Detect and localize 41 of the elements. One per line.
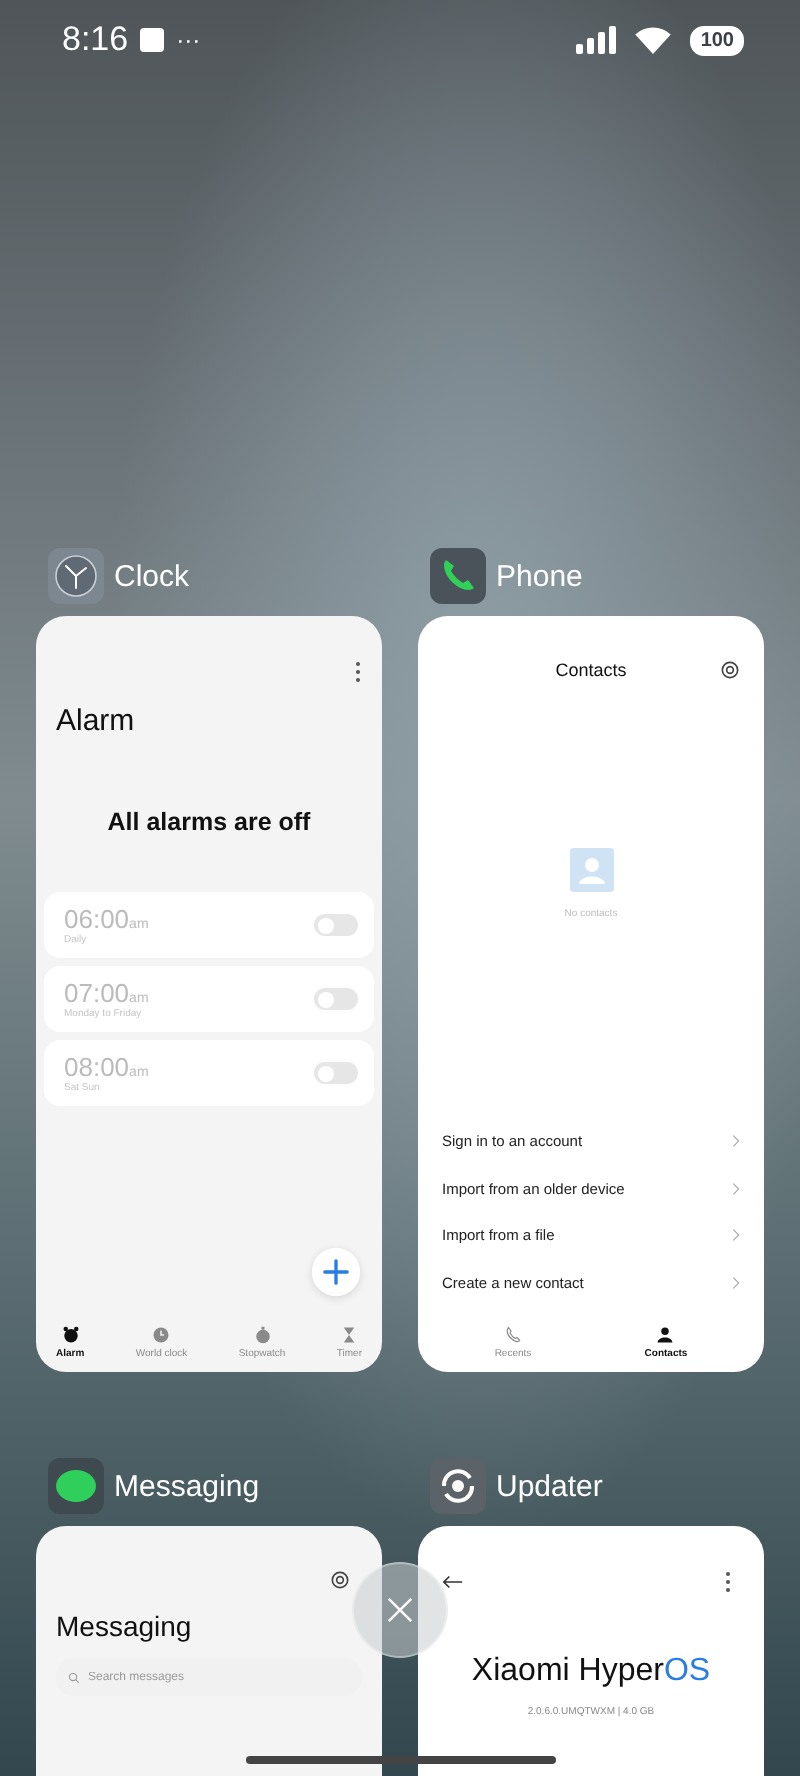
status-time: 8:16 <box>62 20 129 60</box>
updater-app-icon[interactable] <box>430 1458 486 1514</box>
clock-app-icon[interactable] <box>48 548 104 604</box>
app-name: Updater <box>496 1469 603 1503</box>
more-notifications: ··· <box>176 26 201 54</box>
add-button[interactable] <box>310 1246 362 1298</box>
person-icon <box>656 1326 675 1344</box>
clock-icon <box>152 1326 171 1344</box>
alarm-toggle[interactable] <box>314 1062 358 1084</box>
settings-icon[interactable] <box>720 660 740 680</box>
back-icon[interactable] <box>442 1574 464 1590</box>
app-name: Messaging <box>114 1469 260 1503</box>
alarm-toggle[interactable] <box>314 988 358 1010</box>
alarm-toggle[interactable] <box>314 914 358 936</box>
stopwatch-icon <box>253 1326 272 1344</box>
screen-title: Messaging <box>56 1610 194 1642</box>
chevron-icon <box>732 1181 740 1196</box>
settings-icon[interactable] <box>330 1570 350 1590</box>
phone-icon <box>503 1326 522 1344</box>
screen-title: Alarm <box>56 704 137 738</box>
battery-level: 100 <box>690 25 744 55</box>
hourglass-icon <box>340 1326 359 1344</box>
empty-message: All alarms are off <box>105 808 313 836</box>
more-icon[interactable] <box>354 660 362 684</box>
os-logo-text: Xiaomi HyperOS <box>469 1654 713 1690</box>
more-icon[interactable] <box>724 1570 732 1594</box>
alarm-clock-icon <box>61 1326 80 1344</box>
messaging-app-icon[interactable] <box>48 1458 104 1514</box>
screen-title: Contacts <box>555 660 627 680</box>
wifi-icon <box>634 26 673 54</box>
chevron-icon <box>732 1134 740 1149</box>
app-name: Phone <box>496 559 583 593</box>
chevron-icon <box>732 1275 740 1290</box>
person-icon <box>569 848 613 892</box>
chevron-icon <box>732 1228 740 1243</box>
app-name: Clock <box>114 559 190 593</box>
notification-icon <box>140 28 165 52</box>
search-icon <box>68 1671 80 1683</box>
close-icon <box>384 1594 416 1626</box>
signal-icon <box>576 26 617 54</box>
phone-app-icon[interactable] <box>430 548 486 604</box>
